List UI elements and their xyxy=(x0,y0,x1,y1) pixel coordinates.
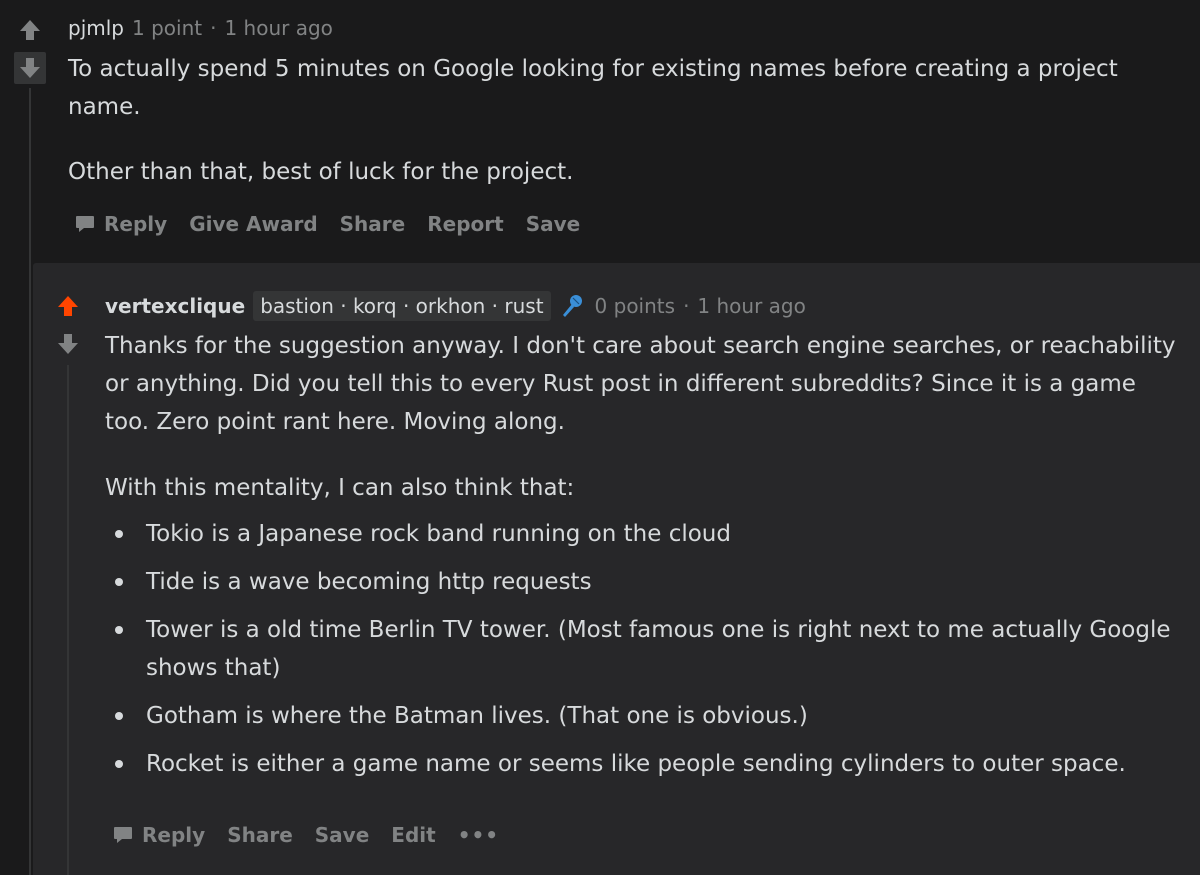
bullet-icon xyxy=(115,712,123,720)
upvote-button[interactable] xyxy=(14,14,46,46)
list-item: Tokio is a Japanese rock band running on… xyxy=(105,515,1185,553)
bullet-list: Tokio is a Japanese rock band running on… xyxy=(105,515,1185,783)
share-label: Share xyxy=(227,823,293,847)
list-item-text: Gotham is where the Batman lives. (That … xyxy=(146,703,808,729)
microphone-icon xyxy=(559,293,585,319)
comment-actions: Reply Give Award Share Report Save xyxy=(74,212,602,236)
list-item: Tide is a wave becoming http requests xyxy=(105,563,1185,601)
downvote-button[interactable] xyxy=(52,328,84,360)
comment-body: To actually spend 5 minutes on Google lo… xyxy=(68,50,1178,191)
reply-label: Reply xyxy=(142,823,206,847)
reply-button[interactable]: Reply xyxy=(74,212,167,236)
thread-collapse-line[interactable] xyxy=(29,88,31,875)
comment-author[interactable]: pjmlp xyxy=(68,16,124,40)
meta-separator: · xyxy=(683,294,690,318)
user-flair: bastion · korq · orkhon · rust xyxy=(253,291,551,321)
meta-separator: · xyxy=(210,16,217,40)
report-button[interactable]: Report xyxy=(427,212,503,236)
list-item-text: Tower is a old time Berlin TV tower. (Mo… xyxy=(146,617,1171,681)
share-label: Share xyxy=(339,212,406,236)
bullet-icon xyxy=(115,626,123,634)
comment-meta: pjmlp 1 point · 1 hour ago xyxy=(68,16,333,40)
reply-meta: vertexclique bastion · korq · orkhon · r… xyxy=(105,291,806,321)
more-options-button[interactable]: ••• xyxy=(458,823,499,847)
save-label: Save xyxy=(314,823,370,847)
comment-vote-column xyxy=(14,14,46,84)
bullet-icon xyxy=(115,578,123,586)
edit-button[interactable]: Edit xyxy=(391,823,435,847)
list-item: Tower is a old time Berlin TV tower. (Mo… xyxy=(105,611,1185,687)
reply-author[interactable]: vertexclique xyxy=(105,294,245,318)
list-item: Rocket is either a game name or seems li… xyxy=(105,745,1185,783)
reply-paragraph: With this mentality, I can also think th… xyxy=(105,475,575,501)
bullet-icon xyxy=(115,530,123,538)
reply-vote-column xyxy=(52,290,84,360)
thread-collapse-line[interactable] xyxy=(67,365,69,875)
reply-timestamp[interactable]: 1 hour ago xyxy=(697,294,805,318)
list-item-text: Tokio is a Japanese rock band running on… xyxy=(146,521,731,547)
comment-thread: pjmlp 1 point · 1 hour ago To actually s… xyxy=(0,0,1200,875)
reply-points: 0 points xyxy=(594,294,676,318)
bullet-icon xyxy=(115,760,123,768)
more-options-icon: ••• xyxy=(457,823,500,847)
comment-bubble-icon xyxy=(74,213,96,235)
comment-paragraph: Other than that, best of luck for the pr… xyxy=(68,159,574,185)
reply-body: Thanks for the suggestion anyway. I don'… xyxy=(105,327,1185,793)
reply-label: Reply xyxy=(104,212,168,236)
comment-paragraph: To actually spend 5 minutes on Google lo… xyxy=(68,56,1118,120)
comment-points: 1 point xyxy=(132,16,203,40)
share-button[interactable]: Share xyxy=(340,212,406,236)
list-item-text: Rocket is either a game name or seems li… xyxy=(146,751,1126,777)
comment-timestamp[interactable]: 1 hour ago xyxy=(224,16,332,40)
share-button[interactable]: Share xyxy=(227,823,293,847)
report-label: Report xyxy=(427,212,504,236)
list-item: Gotham is where the Batman lives. (That … xyxy=(105,697,1185,735)
reply-paragraph: Thanks for the suggestion anyway. I don'… xyxy=(105,333,1176,435)
give-award-button[interactable]: Give Award xyxy=(189,212,317,236)
downvote-arrow-icon xyxy=(58,334,78,354)
downvote-arrow-icon xyxy=(20,58,40,78)
give-award-label: Give Award xyxy=(189,212,318,236)
upvote-arrow-icon xyxy=(58,296,78,316)
edit-label: Edit xyxy=(391,823,436,847)
upvote-button[interactable] xyxy=(52,290,84,322)
list-item-text: Tide is a wave becoming http requests xyxy=(146,569,592,595)
comment-bubble-icon xyxy=(112,824,134,846)
save-button[interactable]: Save xyxy=(526,212,581,236)
downvote-button[interactable] xyxy=(14,52,46,84)
upvote-arrow-icon xyxy=(20,20,40,40)
save-button[interactable]: Save xyxy=(315,823,370,847)
reply-actions: Reply Share Save Edit ••• xyxy=(112,823,521,847)
reply-button[interactable]: Reply xyxy=(112,823,205,847)
save-label: Save xyxy=(525,212,581,236)
